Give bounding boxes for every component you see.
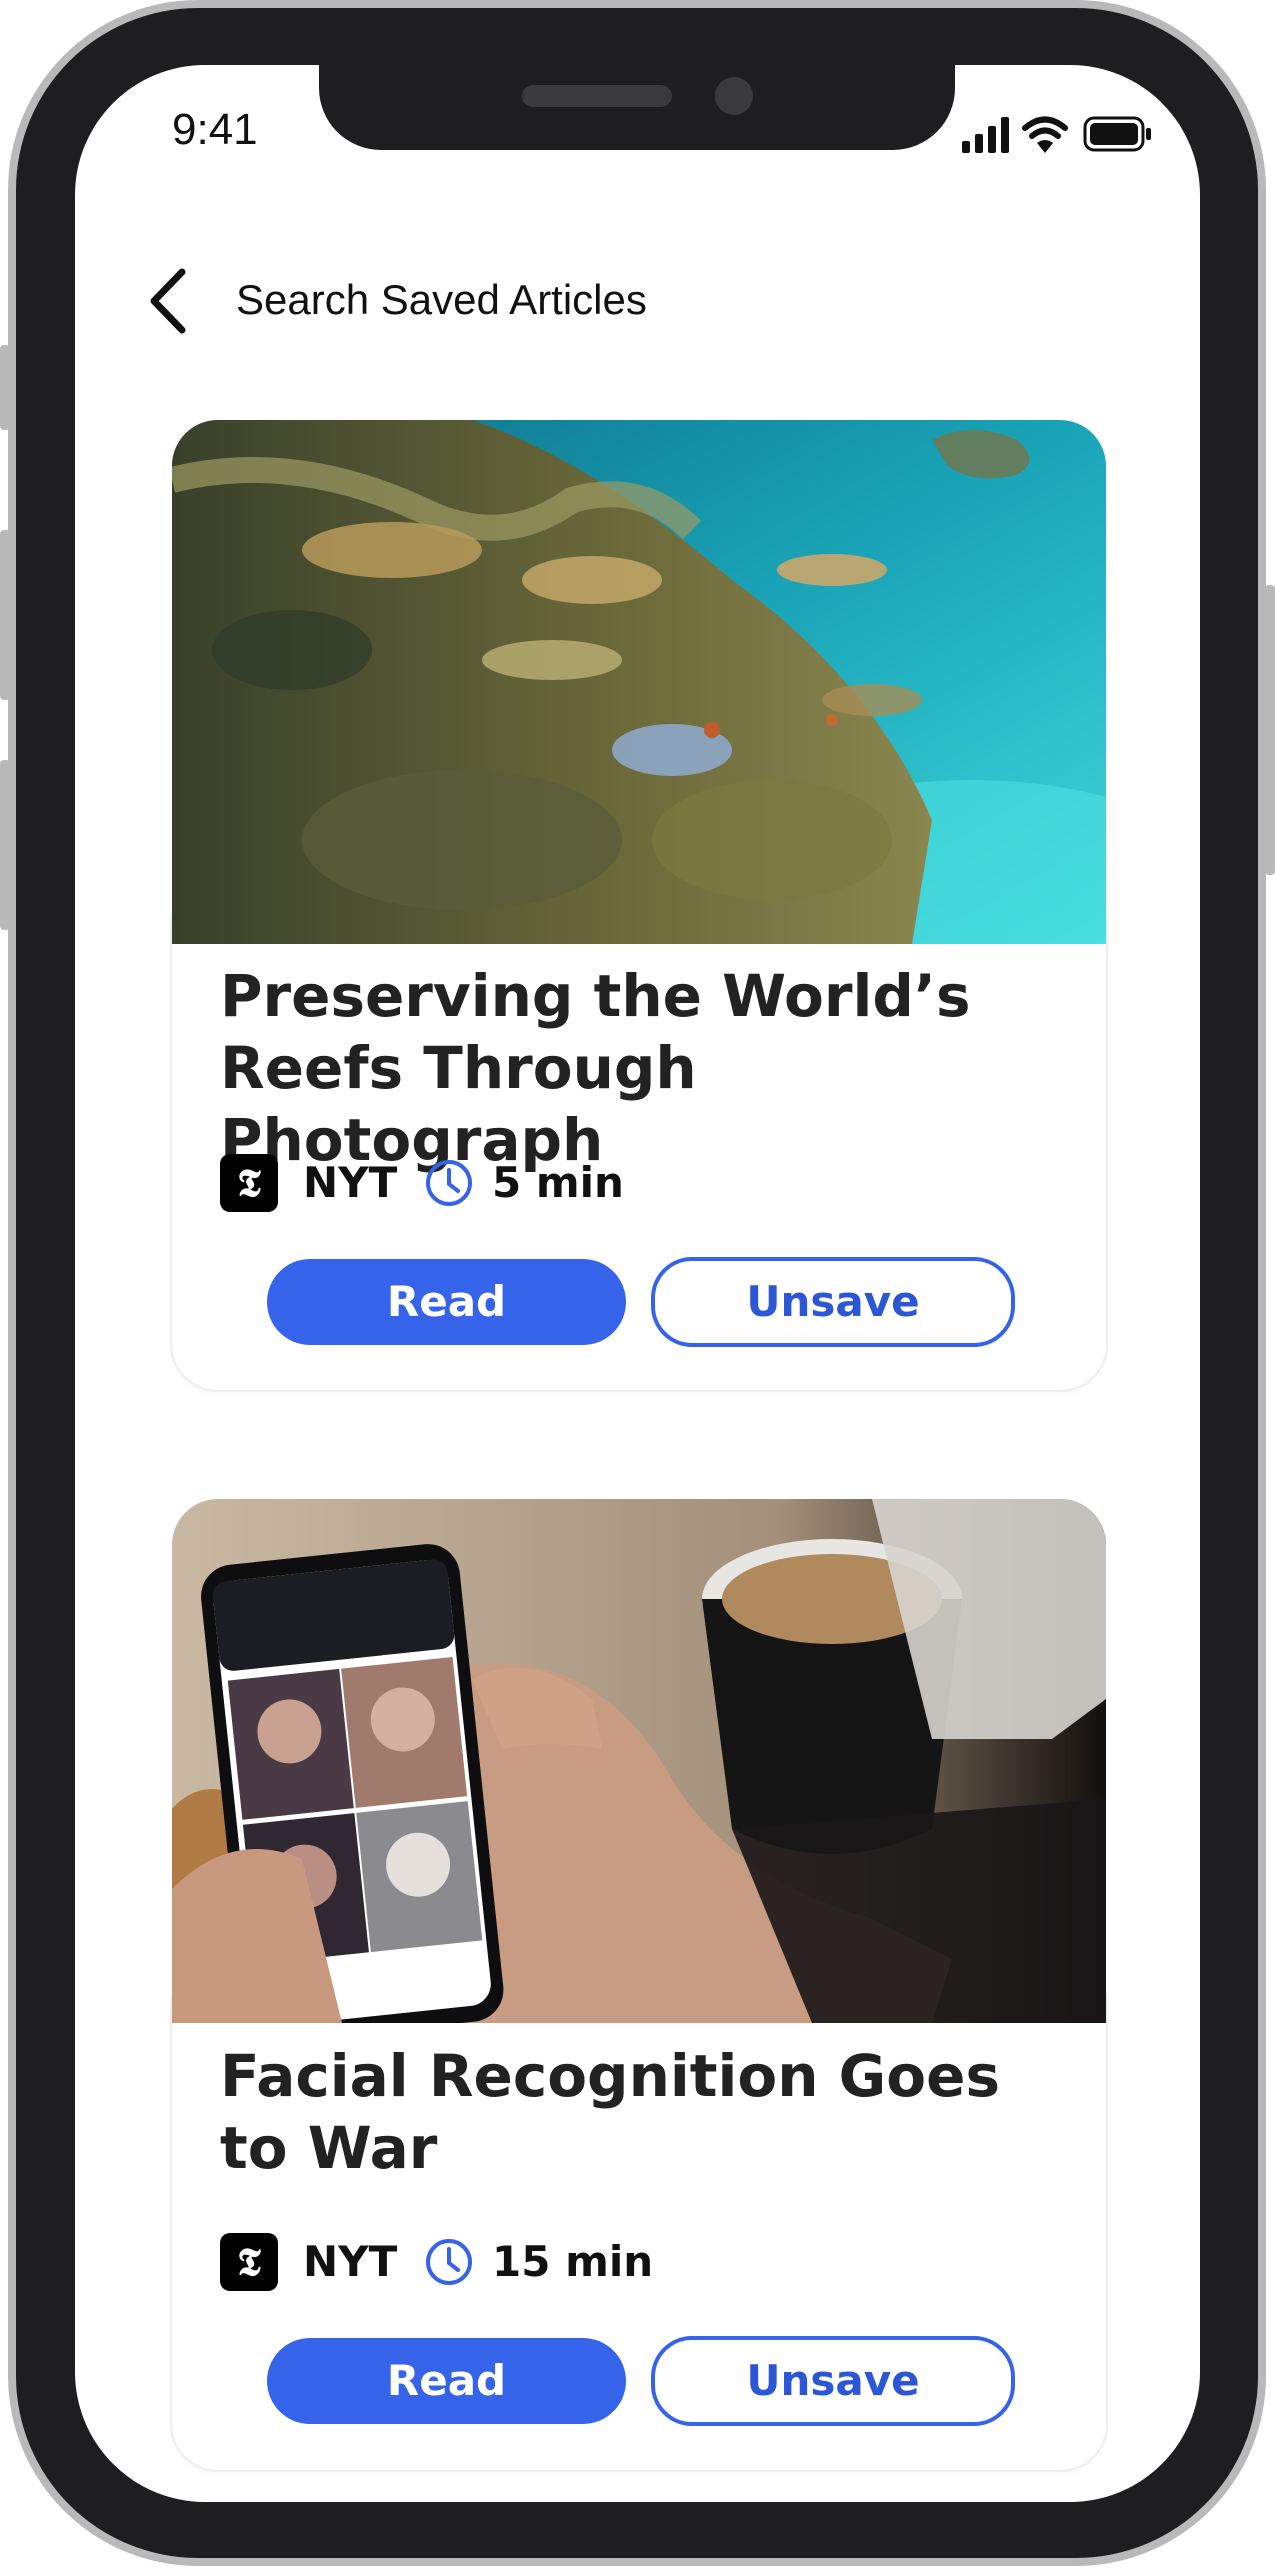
wifi-icon xyxy=(1022,116,1068,153)
article-title[interactable]: Preserving the World’s Reefs Through Pho… xyxy=(220,960,1080,1176)
clock-icon xyxy=(426,2239,472,2285)
read-button[interactable]: Read xyxy=(267,2338,626,2424)
volume-up-button xyxy=(0,530,10,700)
clock-icon xyxy=(426,1160,472,1206)
front-camera xyxy=(715,77,753,115)
article-source: NYT xyxy=(303,1158,398,1207)
article-source: NYT xyxy=(303,2237,398,2286)
read-time: 5 min xyxy=(492,1158,624,1207)
power-button xyxy=(1265,585,1275,875)
back-button[interactable] xyxy=(146,268,194,334)
speaker xyxy=(522,85,672,107)
volume-down-button xyxy=(0,760,10,930)
nyt-logo-icon: 𝕿 xyxy=(220,1154,278,1212)
nyt-logo-icon: 𝕿 xyxy=(220,2233,278,2291)
cellular-signal-icon xyxy=(962,117,1009,153)
unsave-button[interactable]: Unsave xyxy=(651,2336,1015,2426)
silent-switch xyxy=(0,345,10,430)
article-image-phone-face-search[interactable] xyxy=(172,1499,1106,2023)
battery-icon xyxy=(1083,116,1151,152)
chevron-left-icon xyxy=(150,268,186,334)
read-button[interactable]: Read xyxy=(267,1259,626,1345)
article-title[interactable]: Facial Recognition Goes to War xyxy=(220,2040,1080,2184)
unsave-button[interactable]: Unsave xyxy=(651,1257,1015,1347)
status-time: 9:41 xyxy=(172,105,258,154)
article-image-coral-reef[interactable] xyxy=(172,420,1106,944)
page-title: Search Saved Articles xyxy=(236,276,647,323)
read-time: 15 min xyxy=(492,2237,654,2286)
